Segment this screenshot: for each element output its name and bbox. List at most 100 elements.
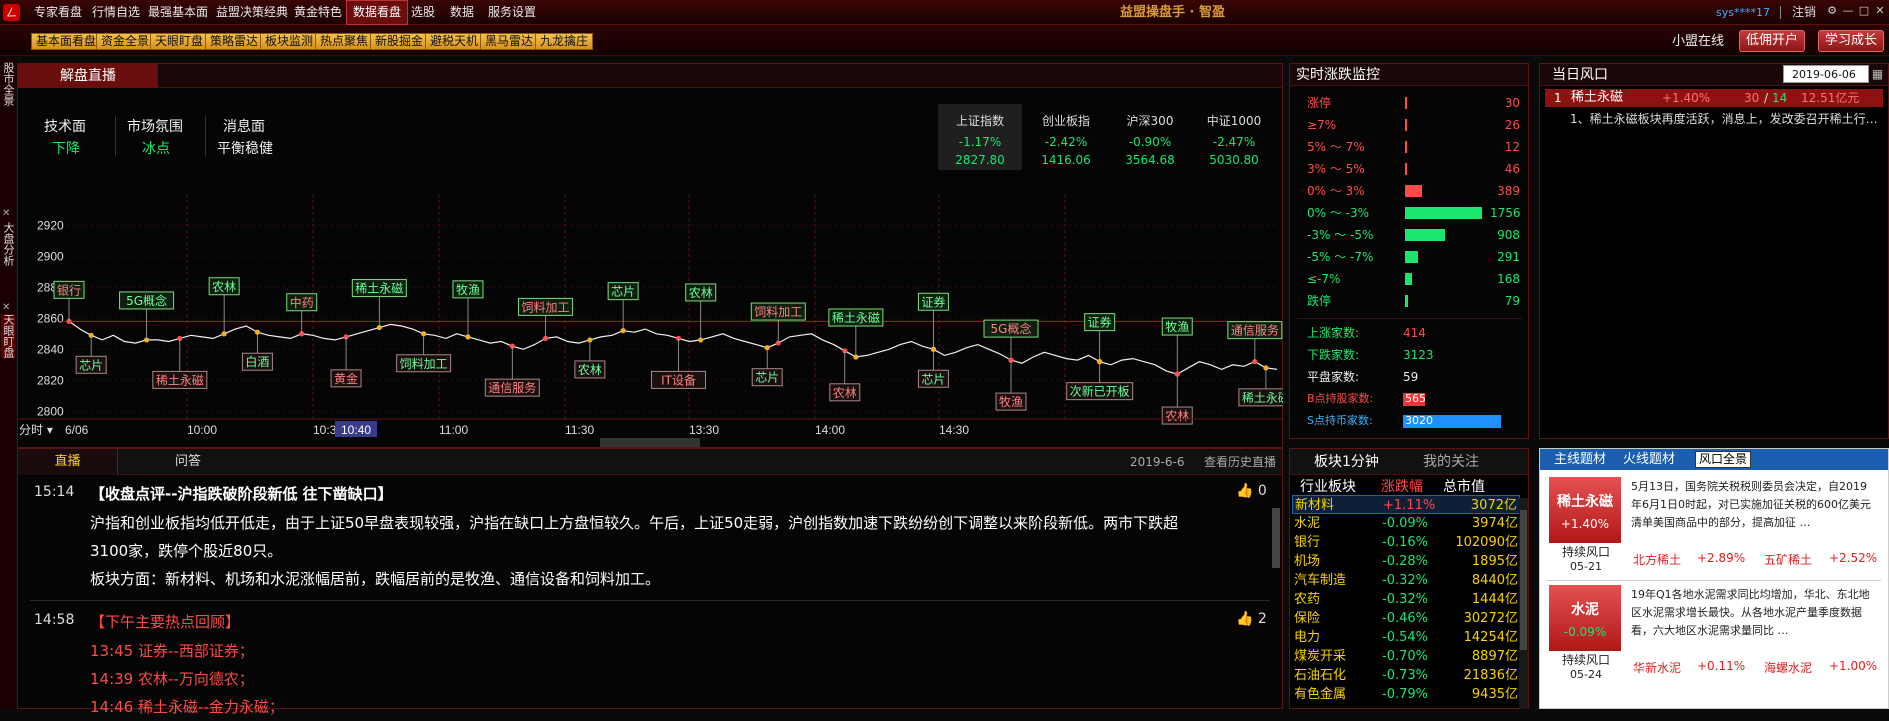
sector-pct: -0.09% <box>1382 516 1428 531</box>
settings-icon[interactable]: ⚙ <box>1825 4 1839 18</box>
index-chinext[interactable]: 创业板指 -2.42% 1416.06 <box>1024 104 1108 170</box>
tab-hot-topic[interactable]: 火线题材 <box>1623 449 1675 470</box>
tab-main-topic[interactable]: 主线题材 <box>1554 449 1606 470</box>
sector-row[interactable]: 水泥 -0.09% 3974亿 <box>1292 514 1520 533</box>
sector-row[interactable]: 有色金属 -0.79% 9435亿 <box>1292 685 1520 704</box>
menu-item[interactable]: 数据 <box>444 0 480 25</box>
tech-label: 技术面 <box>44 119 86 135</box>
sector-row[interactable]: 电力 -0.54% 14254亿 <box>1292 628 1520 647</box>
topic-description[interactable]: 19年Q1各地水泥需求同比均增加，华北、东北地区水泥需求增长最快。从各地水泥产量… <box>1631 586 1875 642</box>
monitor-count: 1756 <box>1490 206 1521 220</box>
vtab-market-overview[interactable]: 股市全景 <box>1 62 15 106</box>
open-account-button[interactable]: 低佣开户 <box>1739 30 1806 52</box>
username[interactable]: sys****17 <box>1716 0 1770 25</box>
news-scrollbar[interactable] <box>1272 508 1280 568</box>
close-icon[interactable]: ✕ <box>2 302 10 313</box>
topic-badge[interactable]: 稀土永磁 +1.40% <box>1549 477 1621 543</box>
tag-label-below: 稀土永磁 <box>156 372 204 387</box>
col-cap[interactable]: 总市值 <box>1443 476 1485 496</box>
sector-scroll-thumb[interactable] <box>1520 510 1527 650</box>
related-stock-pct: +2.89% <box>1697 551 1746 565</box>
toolbar-button[interactable]: 九龙擒庄 <box>535 33 594 50</box>
sector-row[interactable]: 银行 -0.16% 102090亿 <box>1292 533 1520 552</box>
x-tick-label: 14:00 <box>815 423 845 437</box>
tag-label-below: 牧渔 <box>999 395 1023 409</box>
sector-row[interactable]: 石油石化 -0.73% 21836亿 <box>1292 666 1520 685</box>
toolbar-button[interactable]: 天眼盯盘 <box>150 33 209 50</box>
wind-desc[interactable]: 1、稀土永磁板块再度活跃，消息上，发改委召开稀土行… <box>1570 110 1878 127</box>
topic-badge[interactable]: 水泥 -0.09% <box>1549 585 1621 651</box>
monitor-count: 26 <box>1504 118 1520 132</box>
news-title[interactable]: 【下午主要热点回顾】 <box>90 611 240 632</box>
menu-item[interactable]: 黄金特色 <box>288 0 348 25</box>
maximize-icon[interactable]: □ <box>1857 4 1871 18</box>
toolbar-button[interactable]: 策略雷达 <box>205 33 264 50</box>
topic-description[interactable]: 5月13日，国务院关税税则委员会决定，自2019年6月1日0时起，对已实施加征关… <box>1631 478 1875 534</box>
sector-row[interactable]: 汽车制造 -0.32% 8440亿 <box>1292 571 1520 590</box>
tab-live[interactable]: 直播 <box>18 449 118 475</box>
menu-item[interactable]: 专家看盘 <box>28 0 88 25</box>
toolbar-button[interactable]: 黑马雷达 <box>480 33 539 50</box>
related-stock[interactable]: 海螺水泥 <box>1764 659 1812 676</box>
sector-cap: 9435亿 <box>1471 687 1518 702</box>
monitor-count: 168 <box>1497 272 1520 286</box>
learn-button[interactable]: 学习成长 <box>1818 30 1885 52</box>
index-hs300[interactable]: 沪深300 -0.90% 3564.68 <box>1108 104 1192 170</box>
minimize-icon[interactable]: — <box>1841 4 1855 18</box>
history-link[interactable]: 查看历史直播 <box>1204 449 1276 473</box>
toolbar-button[interactable]: 基本面看盘 <box>31 33 102 50</box>
sector-row[interactable]: 农药 -0.32% 1444亿 <box>1292 590 1520 609</box>
tab-my-watch[interactable]: 我的关注 <box>1423 449 1479 473</box>
wind-up: 30 <box>1744 91 1760 105</box>
toolbar-button[interactable]: 资金全景 <box>96 33 155 50</box>
monitor-bar <box>1405 141 1407 153</box>
tab-sector-1min[interactable]: 板块1分钟 <box>1314 449 1379 473</box>
tag-label-above: 证券 <box>921 294 945 309</box>
sector-row[interactable]: 新材料 +1.11% 3072亿 <box>1292 495 1520 514</box>
related-stock-pct: +2.52% <box>1829 551 1878 565</box>
close-icon[interactable]: ✕ <box>1873 4 1887 18</box>
sector-pct: -0.32% <box>1382 573 1428 588</box>
news-title[interactable]: 【收盘点评--沪指跌破阶段新低 往下凿缺口】 <box>90 483 393 504</box>
index-shanghai[interactable]: 上证指数 -1.17% 2827.80 <box>938 104 1022 170</box>
wind-rank: 1 <box>1554 91 1562 105</box>
menu-item[interactable]: 最强基本面 <box>142 0 214 25</box>
toolbar-button[interactable]: 新股掘金 <box>370 33 429 50</box>
mood-value: 冰点 <box>142 141 170 157</box>
menu-item[interactable]: 服务设置 <box>482 0 542 25</box>
toolbar-button[interactable]: 避税天机 <box>425 33 484 50</box>
tab-qa[interactable]: 问答 <box>138 449 238 473</box>
related-stock[interactable]: 北方稀土 <box>1633 551 1681 568</box>
sector-row[interactable]: 保险 -0.46% 30272亿 <box>1292 609 1520 628</box>
toolbar-button[interactable]: 板块监测 <box>260 33 319 50</box>
sector-row[interactable]: 煤炭开采 -0.70% 8897亿 <box>1292 647 1520 666</box>
vtab-sky-eye[interactable]: 天眼盯盘 <box>1 314 15 358</box>
intraday-chart[interactable]: 2920290028802860284028202800银行5G概念农林中药稀土… <box>17 194 1283 439</box>
vtab-market-analysis[interactable]: 大盘分析 <box>1 222 15 266</box>
thumbs-up-icon: 👍 <box>1236 483 1254 499</box>
logout-link[interactable]: 注销 <box>1792 0 1816 25</box>
panel-collapse-handle[interactable] <box>600 438 700 447</box>
sector-cap: 14254亿 <box>1463 630 1518 645</box>
index-csi1000[interactable]: 中证1000 -2.47% 5030.80 <box>1192 104 1276 170</box>
related-stock[interactable]: 五矿稀土 <box>1764 551 1812 568</box>
close-icon[interactable]: ✕ <box>2 208 10 219</box>
col-sector[interactable]: 行业板块 <box>1300 476 1356 496</box>
like-button[interactable]: 👍 2 <box>1236 611 1267 627</box>
calendar-icon[interactable]: ▦ <box>1870 65 1885 83</box>
wind-date-picker[interactable]: 2019-06-06 <box>1783 65 1869 83</box>
menu-item[interactable]: 行情自选 <box>86 0 146 25</box>
related-stock[interactable]: 华新水泥 <box>1633 659 1681 676</box>
col-pct[interactable]: 涨跌幅 <box>1381 476 1423 496</box>
toolbar-button[interactable]: 热点聚焦 <box>315 33 374 50</box>
like-button[interactable]: 👍 0 <box>1236 483 1267 499</box>
tag-label-below: 农林 <box>833 386 857 400</box>
sector-row[interactable]: 机场 -0.28% 1895亿 <box>1292 552 1520 571</box>
monitor-header: 实时涨跌监控 <box>1290 64 1528 86</box>
online-service-label[interactable]: 小盟在线 <box>1672 30 1724 54</box>
tab-wind-panorama[interactable]: 风口全景 <box>1695 451 1752 468</box>
menu-item[interactable]: 选股 <box>405 0 441 25</box>
menu-item[interactable]: 数据看盘 <box>346 0 409 25</box>
menu-item[interactable]: 益盟决策经典 <box>210 0 294 25</box>
tab-live-commentary[interactable]: 解盘直播 <box>18 64 158 88</box>
